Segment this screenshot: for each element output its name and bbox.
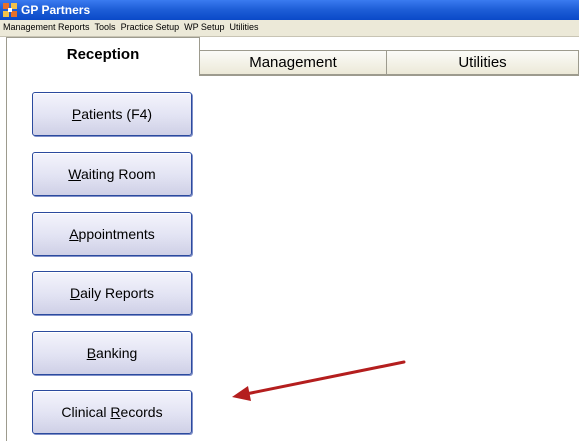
window-title: GP Partners [21, 3, 91, 17]
tab-management[interactable]: Management [199, 50, 387, 75]
daily-reports-button[interactable]: Daily Reports [32, 271, 192, 315]
button-label: Waiting Room [68, 166, 156, 182]
menu-wp-setup[interactable]: WP Setup [181, 20, 226, 35]
appointments-button[interactable]: Appointments [32, 212, 192, 256]
clinical-records-button[interactable]: Clinical Records [32, 390, 192, 434]
waiting-room-button[interactable]: Waiting Room [32, 152, 192, 196]
button-label: Clinical Records [61, 404, 163, 420]
title-bar[interactable]: GP Partners [0, 0, 579, 20]
button-label: Daily Reports [69, 285, 155, 301]
tab-divider [199, 75, 579, 76]
menu-management-reports[interactable]: Management Reports [0, 20, 92, 35]
tab-reception[interactable]: Reception [6, 37, 200, 75]
menu-bar: Management Reports Tools Practice Setup WP … [0, 20, 579, 37]
app-icon [3, 3, 17, 17]
button-label: Patients (F4) [71, 106, 153, 122]
menu-practice-setup[interactable]: Practice Setup [118, 20, 182, 35]
patients-button[interactable]: Patients (F4) [32, 92, 192, 136]
menu-tools[interactable]: Tools [92, 20, 118, 35]
tab-utilities[interactable]: Utilities [386, 50, 579, 75]
menu-utilities[interactable]: Utilities [226, 20, 260, 35]
panel-border [6, 37, 7, 441]
tab-strip: Reception Management Utilities [0, 37, 579, 75]
button-label: Banking [86, 345, 138, 361]
banking-button[interactable]: Banking [32, 331, 192, 375]
button-label: Appointments [69, 226, 155, 242]
